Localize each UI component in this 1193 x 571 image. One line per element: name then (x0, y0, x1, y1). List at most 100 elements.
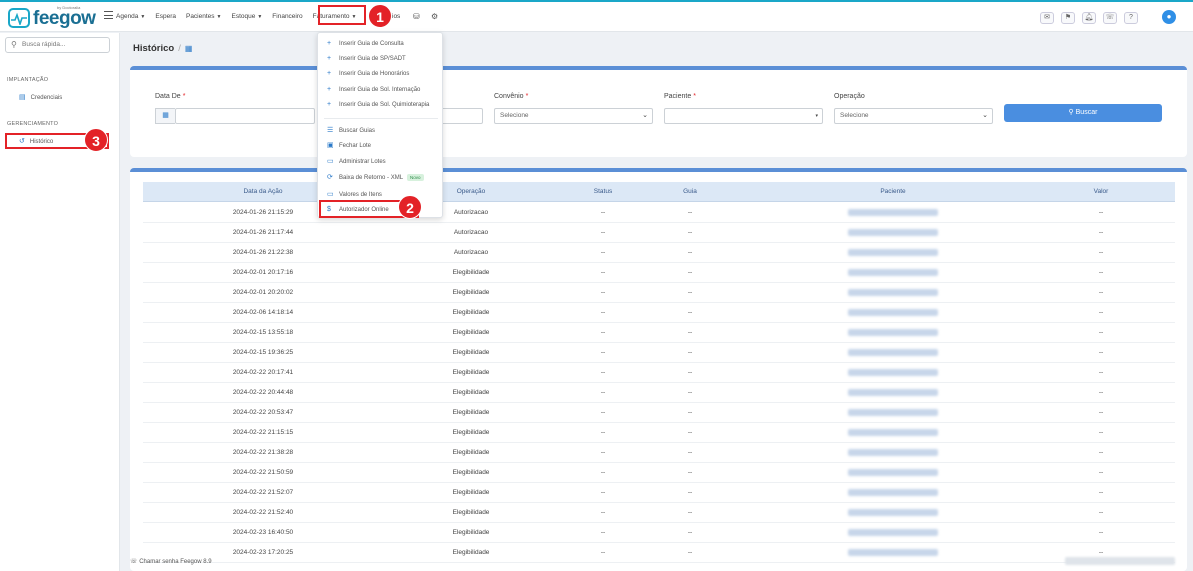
data-de-input[interactable] (175, 108, 315, 124)
chevron-down-icon: ⌄ (982, 112, 988, 119)
nav-pacientes[interactable]: Pacientes ▼ (186, 13, 222, 20)
cell-paciente-redacted (848, 449, 938, 456)
mail-icon[interactable]: ✉ (1040, 12, 1054, 24)
chevron-down-icon: ⌄ (642, 112, 648, 119)
table-row[interactable]: 2024-02-22 21:52:40 Elegibilidade -- -- -- (143, 503, 1175, 523)
buscar-button[interactable]: ⚲ Buscar (1004, 104, 1162, 122)
cell-guia: -- (687, 429, 693, 436)
flag-icon[interactable]: ⚑ (1061, 12, 1075, 24)
cell-paciente-redacted (848, 289, 938, 296)
nav-espera[interactable]: Espera (155, 13, 176, 20)
nav-estoque[interactable]: Estoque ▼ (231, 13, 262, 20)
table-row[interactable]: 2024-01-26 21:15:29 Autorizacao -- -- -- (143, 203, 1175, 223)
menu-item-buscar-guias[interactable]: ☰ Buscar Guias (327, 126, 375, 134)
database-icon[interactable]: ⛁ (413, 12, 420, 21)
plus-icon: + (327, 70, 332, 77)
col-guia[interactable]: Guia (640, 188, 740, 195)
nav-agenda[interactable]: Agenda ▼ (116, 13, 145, 20)
menu-item-fechar-lote[interactable]: ▣ Fechar Lote (327, 141, 371, 149)
search-icon: ⚲ (1068, 109, 1074, 116)
help-icon[interactable]: ? (1124, 12, 1138, 24)
cell-valor: -- (1098, 309, 1104, 316)
cell-operacao: Elegibilidade (452, 329, 490, 336)
sidebar-item-credenciais[interactable]: ▤ Credenciais (19, 93, 62, 101)
col-status[interactable]: Status (553, 188, 653, 195)
operacao-select[interactable]: Selecione ⌄ (834, 108, 993, 124)
callout-2: 2 (398, 195, 422, 219)
folder-icon: ▭ (327, 158, 334, 165)
cell-status: -- (600, 209, 606, 216)
table-row[interactable]: 2024-02-22 21:52:07 Elegibilidade -- -- -- (143, 483, 1175, 503)
table-row[interactable]: 2024-02-22 21:38:28 Elegibilidade -- -- -- (143, 443, 1175, 463)
cell-guia: -- (687, 509, 693, 516)
table-row[interactable]: 2024-02-22 20:44:48 Elegibilidade -- -- -- (143, 383, 1175, 403)
cell-guia: -- (687, 489, 693, 496)
cell-operacao: Elegibilidade (452, 509, 490, 516)
feegow-logo[interactable]: feegow by Doctoralia (8, 5, 96, 30)
cell-status: -- (600, 509, 606, 516)
nav-relatorios-partial[interactable]: ios (392, 13, 400, 20)
cell-valor: -- (1098, 469, 1104, 476)
convenio-select[interactable]: Selecione ⌄ (494, 108, 653, 124)
menu-item-guia-quimioterapia[interactable]: + Inserir Guia de Sol. Quimioterapia (327, 101, 429, 108)
cell-operacao: Elegibilidade (452, 429, 490, 436)
search-placeholder: Busca rápida... (22, 41, 66, 48)
cell-status: -- (600, 349, 606, 356)
table-row[interactable]: 2024-02-22 21:50:59 Elegibilidade -- -- -- (143, 463, 1175, 483)
table-row[interactable]: 2024-02-01 20:20:02 Elegibilidade -- -- -- (143, 283, 1175, 303)
col-valor[interactable]: Valor (1051, 188, 1151, 195)
top-bar: feegow by Doctoralia Agenda ▼ Espera Paci… (0, 2, 1193, 32)
table-row[interactable]: 2024-02-15 19:36:25 Elegibilidade -- -- -- (143, 343, 1175, 363)
table-row[interactable]: 2024-02-23 17:20:25 Elegibilidade -- -- -- (143, 543, 1175, 563)
table-row[interactable]: 2024-01-26 21:17:44 Autorizacao -- -- -- (143, 223, 1175, 243)
sync-icon: ⟳ (327, 174, 333, 181)
menu-item-administrar-lotes[interactable]: ▭ Administrar Lotes (327, 157, 386, 165)
menu-item-valores-itens[interactable]: ▭ Valores de Itens (327, 190, 382, 198)
cell-operacao: Elegibilidade (452, 349, 490, 356)
table-row[interactable]: 2024-02-06 14:18:14 Elegibilidade -- -- -- (143, 303, 1175, 323)
menu-item-baixa-retorno[interactable]: ⟳ Baixa de Retorno - XML Novo (327, 173, 424, 181)
chamar-senha-link[interactable]: ☏ Chamar senha (130, 559, 179, 565)
table-row[interactable]: 2024-02-22 20:53:47 Elegibilidade -- -- -- (143, 403, 1175, 423)
table-row[interactable]: 2024-02-22 21:15:15 Elegibilidade -- -- -- (143, 423, 1175, 443)
bell-icon[interactable]: 🔔︎ (1082, 12, 1096, 24)
cell-operacao: Elegibilidade (452, 489, 490, 496)
menu-item-guia-spsadt[interactable]: + Inserir Guia de SP/SADT (327, 55, 406, 62)
menu-item-guia-honorarios[interactable]: + Inserir Guia de Honorários (327, 70, 409, 77)
cell-operacao: Elegibilidade (452, 409, 490, 416)
cell-guia: -- (687, 289, 693, 296)
user-avatar[interactable]: ● (1162, 10, 1176, 24)
table-row[interactable]: 2024-01-26 21:22:38 Autorizacao -- -- -- (143, 243, 1175, 263)
cell-guia: -- (687, 209, 693, 216)
cell-valor: -- (1098, 549, 1104, 556)
table-row[interactable]: 2024-02-15 13:55:18 Elegibilidade -- -- -- (143, 323, 1175, 343)
cell-paciente-redacted (848, 549, 938, 556)
cell-paciente-redacted (848, 389, 938, 396)
cell-valor: -- (1098, 369, 1104, 376)
chat-icon[interactable]: ☏ (1103, 12, 1117, 24)
plus-icon: + (327, 86, 332, 93)
search-input[interactable]: ⚲ Busca rápida... (5, 37, 110, 53)
nav-financeiro[interactable]: Financeiro (272, 13, 302, 20)
table-row[interactable]: 2024-02-22 20:17:41 Elegibilidade -- -- -- (143, 363, 1175, 383)
cell-operacao: Elegibilidade (452, 289, 490, 296)
paciente-label: Paciente * (664, 93, 696, 100)
cell-date: 2024-02-22 21:50:59 (232, 469, 294, 476)
table-row[interactable]: 2024-02-01 20:17:16 Elegibilidade -- -- -- (143, 263, 1175, 283)
settings-icon[interactable]: ⚙ (431, 12, 438, 21)
cell-paciente-redacted (848, 329, 938, 336)
paciente-select[interactable]: ▾ (664, 108, 823, 124)
footer-redacted (1065, 557, 1175, 565)
menu-toggle-icon[interactable] (104, 11, 113, 19)
cell-operacao: Autorizacao (453, 249, 489, 256)
menu-item-guia-internacao[interactable]: + Inserir Guia de Sol. Internação (327, 86, 420, 93)
cell-status: -- (600, 429, 606, 436)
calendar-icon[interactable]: ▦ (155, 108, 175, 124)
cell-paciente-redacted (848, 229, 938, 236)
cell-valor: -- (1098, 269, 1104, 276)
callout-3: 3 (84, 128, 108, 152)
cell-date: 2024-02-22 21:52:40 (232, 509, 294, 516)
col-paciente[interactable]: Paciente (843, 188, 943, 195)
menu-item-guia-consulta[interactable]: + Inserir Guia de Consulta (327, 40, 404, 47)
table-row[interactable]: 2024-02-23 16:40:50 Elegibilidade -- -- -- (143, 523, 1175, 543)
